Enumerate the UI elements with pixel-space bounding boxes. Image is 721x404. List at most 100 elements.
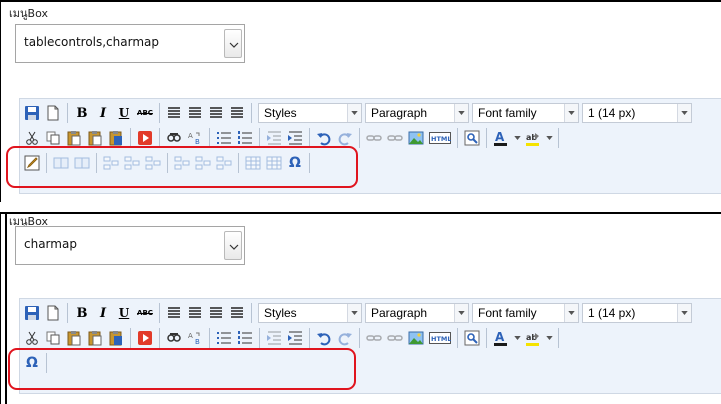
find-icon[interactable] xyxy=(164,328,184,348)
unlink-icon[interactable] xyxy=(385,128,405,148)
new-document-icon[interactable] xyxy=(43,303,63,323)
menu-box-panel-2: เมนูBox charmap B I U ABC Styles Paragra… xyxy=(0,212,721,404)
redo-icon[interactable] xyxy=(335,328,355,348)
plugins-select-value: tablecontrols,charmap xyxy=(24,35,159,49)
separator xyxy=(486,128,487,148)
link-icon[interactable] xyxy=(364,128,384,148)
font-size-dropdown[interactable]: 1 (14 px) xyxy=(582,103,692,123)
styles-dropdown[interactable]: Styles xyxy=(258,103,362,123)
underline-icon[interactable]: U xyxy=(114,103,134,123)
indent-icon[interactable] xyxy=(285,328,305,348)
align-right-icon[interactable] xyxy=(206,103,226,123)
align-center-icon[interactable] xyxy=(185,303,205,323)
separator xyxy=(130,128,131,148)
styles-dropdown[interactable]: Styles xyxy=(258,303,362,323)
save-icon[interactable] xyxy=(22,103,42,123)
media-icon[interactable] xyxy=(135,128,155,148)
outdent-icon[interactable] xyxy=(264,328,284,348)
chevron-down-icon[interactable] xyxy=(544,328,554,348)
chevron-down-icon[interactable] xyxy=(512,128,522,148)
paste-icon[interactable] xyxy=(64,128,84,148)
italic-icon[interactable]: I xyxy=(93,303,113,323)
save-icon[interactable] xyxy=(22,303,42,323)
unlink-icon[interactable] xyxy=(385,328,405,348)
align-left-icon[interactable] xyxy=(164,103,184,123)
separator xyxy=(251,303,252,323)
link-icon[interactable] xyxy=(364,328,384,348)
paste-word-icon[interactable] xyxy=(106,128,126,148)
separator xyxy=(309,128,310,148)
bold-icon[interactable]: B xyxy=(72,103,92,123)
chevron-down-icon xyxy=(564,304,578,322)
numbered-list-icon[interactable] xyxy=(235,128,255,148)
html-icon[interactable] xyxy=(427,328,453,348)
paragraph-dropdown[interactable]: Paragraph xyxy=(365,103,469,123)
strikethrough-icon[interactable]: ABC xyxy=(135,303,155,323)
chevron-down-icon[interactable] xyxy=(224,231,242,260)
outdent-icon[interactable] xyxy=(264,128,284,148)
plugins-select[interactable]: charmap xyxy=(15,226,245,265)
separator xyxy=(558,328,559,348)
replace-icon[interactable] xyxy=(185,128,205,148)
separator xyxy=(67,303,68,323)
toolbar-row-2 xyxy=(22,326,562,350)
cut-icon[interactable] xyxy=(22,128,42,148)
paste-word-icon[interactable] xyxy=(106,328,126,348)
image-icon[interactable] xyxy=(406,328,426,348)
redo-icon[interactable] xyxy=(335,128,355,148)
bullet-list-icon[interactable] xyxy=(214,128,234,148)
separator xyxy=(130,328,131,348)
chevron-down-icon xyxy=(454,304,468,322)
paste-icon[interactable] xyxy=(64,328,84,348)
undo-icon[interactable] xyxy=(314,128,334,148)
highlight-color-icon[interactable] xyxy=(523,328,543,348)
separator xyxy=(159,303,160,323)
preview-icon[interactable] xyxy=(462,128,482,148)
chevron-down-icon[interactable] xyxy=(544,128,554,148)
text-color-icon[interactable] xyxy=(491,328,511,348)
align-justify-icon[interactable] xyxy=(227,103,247,123)
separator xyxy=(457,128,458,148)
new-document-icon[interactable] xyxy=(43,103,63,123)
font-size-dropdown[interactable]: 1 (14 px) xyxy=(582,303,692,323)
align-center-icon[interactable] xyxy=(185,103,205,123)
paragraph-dropdown[interactable]: Paragraph xyxy=(365,303,469,323)
toolbar-row-1: B I U ABC Styles Paragraph Font family 1… xyxy=(22,301,692,325)
font-family-dropdown[interactable]: Font family xyxy=(472,303,579,323)
separator xyxy=(251,103,252,123)
paste-text-icon[interactable] xyxy=(85,328,105,348)
chevron-down-icon xyxy=(454,104,468,122)
plugins-select[interactable]: tablecontrols,charmap xyxy=(15,24,245,63)
chevron-down-icon xyxy=(347,304,361,322)
align-justify-icon[interactable] xyxy=(227,303,247,323)
replace-icon[interactable] xyxy=(185,328,205,348)
font-family-dropdown[interactable]: Font family xyxy=(472,103,579,123)
underline-icon[interactable]: U xyxy=(114,303,134,323)
chevron-down-icon[interactable] xyxy=(512,328,522,348)
bold-icon[interactable]: B xyxy=(72,303,92,323)
media-icon[interactable] xyxy=(135,328,155,348)
text-color-icon[interactable] xyxy=(491,128,511,148)
cut-icon[interactable] xyxy=(22,328,42,348)
indent-icon[interactable] xyxy=(285,128,305,148)
align-right-icon[interactable] xyxy=(206,303,226,323)
italic-icon[interactable]: I xyxy=(93,103,113,123)
align-left-icon[interactable] xyxy=(164,303,184,323)
separator xyxy=(259,128,260,148)
toolbar-row-1: B I U ABC Styles Paragraph Font family 1… xyxy=(22,101,692,125)
html-icon[interactable] xyxy=(427,128,453,148)
bullet-list-icon[interactable] xyxy=(214,328,234,348)
numbered-list-icon[interactable] xyxy=(235,328,255,348)
copy-icon[interactable] xyxy=(43,128,63,148)
find-icon[interactable] xyxy=(164,128,184,148)
strikethrough-icon[interactable]: ABC xyxy=(135,103,155,123)
paste-text-icon[interactable] xyxy=(85,128,105,148)
preview-icon[interactable] xyxy=(462,328,482,348)
chevron-down-icon xyxy=(347,104,361,122)
image-icon[interactable] xyxy=(406,128,426,148)
chevron-down-icon[interactable] xyxy=(224,29,242,58)
highlight-color-icon[interactable] xyxy=(523,128,543,148)
highlight-outline xyxy=(8,348,356,390)
copy-icon[interactable] xyxy=(43,328,63,348)
undo-icon[interactable] xyxy=(314,328,334,348)
